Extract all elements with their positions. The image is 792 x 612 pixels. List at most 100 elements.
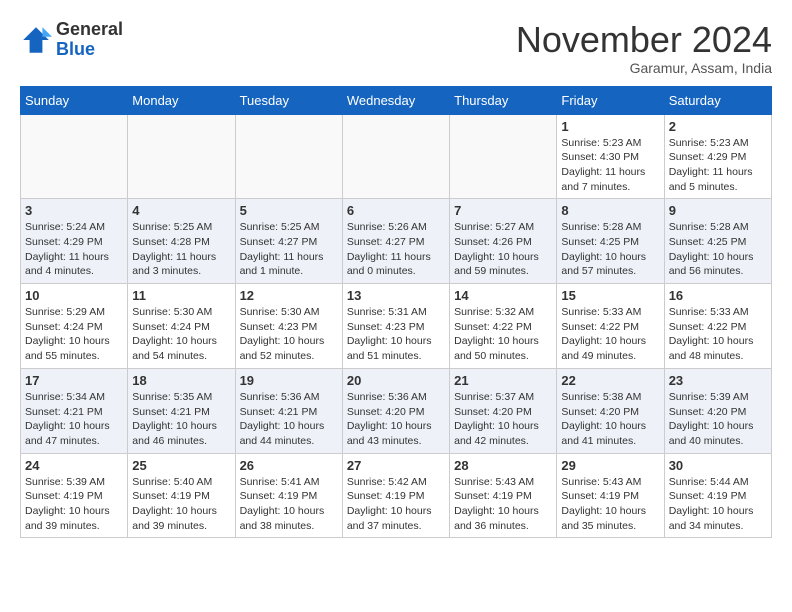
calendar-cell: 27 Sunrise: 5:42 AM Sunset: 4:19 PM Dayli… — [342, 453, 449, 538]
day-number: 30 — [669, 458, 767, 473]
calendar-cell — [235, 114, 342, 199]
col-tuesday: Tuesday — [235, 86, 342, 114]
calendar-cell: 26Sunrise: 5:41 AM Sunset: 4:19 PM Dayli… — [235, 453, 342, 538]
day-info: Sunrise: 5:38 AM Sunset: 4:20 PM Dayligh… — [561, 390, 659, 449]
day-info: Sunrise: 5:26 AM Sunset: 4:27 PM Dayligh… — [347, 220, 445, 279]
day-info: Sunrise: 5:27 AM Sunset: 4:26 PM Dayligh… — [454, 220, 552, 279]
calendar-cell: 24Sunrise: 5:39 AM Sunset: 4:19 PM Dayli… — [21, 453, 128, 538]
day-info: Sunrise: 5:36 AM Sunset: 4:21 PM Dayligh… — [240, 390, 338, 449]
day-info: Sunrise: 5:31 AM Sunset: 4:23 PM Dayligh… — [347, 305, 445, 364]
title-block: November 2024 Garamur, Assam, India — [516, 20, 772, 76]
calendar-cell — [21, 114, 128, 199]
col-saturday: Saturday — [664, 86, 771, 114]
calendar-cell — [342, 114, 449, 199]
calendar-cell: 30 Sunrise: 5:44 AM Sunset: 4:19 PM Dayli… — [664, 453, 771, 538]
calendar-cell: 18Sunrise: 5:35 AM Sunset: 4:21 PM Dayli… — [128, 368, 235, 453]
day-number: 10 — [25, 288, 123, 303]
calendar-cell: 5 Sunrise: 5:25 AM Sunset: 4:27 PM Daylig… — [235, 199, 342, 284]
day-number: 9 — [669, 203, 767, 218]
col-friday: Friday — [557, 86, 664, 114]
day-info: Sunrise: 5:39 AM Sunset: 4:19 PM Dayligh… — [25, 475, 123, 534]
day-info: Sunrise: 5:28 AM Sunset: 4:25 PM Dayligh… — [669, 220, 767, 279]
col-thursday: Thursday — [450, 86, 557, 114]
calendar-table: Sunday Monday Tuesday Wednesday Thursday… — [20, 86, 772, 539]
day-number: 7 — [454, 203, 552, 218]
day-number: 28 — [454, 458, 552, 473]
day-info: Sunrise: 5:23 AM Sunset: 4:29 PM Dayligh… — [669, 136, 767, 195]
calendar-cell: 13 Sunrise: 5:31 AM Sunset: 4:23 PM Dayli… — [342, 284, 449, 369]
logo-icon — [20, 24, 52, 56]
day-number: 1 — [561, 119, 659, 134]
day-number: 20 — [347, 373, 445, 388]
calendar-cell: 14Sunrise: 5:32 AM Sunset: 4:22 PM Dayli… — [450, 284, 557, 369]
calendar-cell: 2 Sunrise: 5:23 AM Sunset: 4:29 PM Daylig… — [664, 114, 771, 199]
calendar-cell: 22 Sunrise: 5:38 AM Sunset: 4:20 PM Dayli… — [557, 368, 664, 453]
day-info: Sunrise: 5:34 AM Sunset: 4:21 PM Dayligh… — [25, 390, 123, 449]
calendar-header-row: Sunday Monday Tuesday Wednesday Thursday… — [21, 86, 772, 114]
calendar-cell: 19 Sunrise: 5:36 AM Sunset: 4:21 PM Dayli… — [235, 368, 342, 453]
day-info: Sunrise: 5:36 AM Sunset: 4:20 PM Dayligh… — [347, 390, 445, 449]
calendar-cell: 20 Sunrise: 5:36 AM Sunset: 4:20 PM Dayli… — [342, 368, 449, 453]
day-number: 4 — [132, 203, 230, 218]
day-number: 13 — [347, 288, 445, 303]
day-info: Sunrise: 5:25 AM Sunset: 4:27 PM Dayligh… — [240, 220, 338, 279]
day-info: Sunrise: 5:39 AM Sunset: 4:20 PM Dayligh… — [669, 390, 767, 449]
calendar-cell — [450, 114, 557, 199]
day-info: Sunrise: 5:25 AM Sunset: 4:28 PM Dayligh… — [132, 220, 230, 279]
day-info: Sunrise: 5:33 AM Sunset: 4:22 PM Dayligh… — [669, 305, 767, 364]
day-number: 19 — [240, 373, 338, 388]
day-number: 5 — [240, 203, 338, 218]
calendar-cell: 4 Sunrise: 5:25 AM Sunset: 4:28 PM Daylig… — [128, 199, 235, 284]
calendar-page: General Blue November 2024 Garamur, Assa… — [0, 0, 792, 548]
day-info: Sunrise: 5:32 AM Sunset: 4:22 PM Dayligh… — [454, 305, 552, 364]
calendar-cell: 16 Sunrise: 5:33 AM Sunset: 4:22 PM Dayli… — [664, 284, 771, 369]
day-number: 3 — [25, 203, 123, 218]
day-info: Sunrise: 5:29 AM Sunset: 4:24 PM Dayligh… — [25, 305, 123, 364]
week-row-4: 17Sunrise: 5:34 AM Sunset: 4:21 PM Dayli… — [21, 368, 772, 453]
calendar-cell: 25Sunrise: 5:40 AM Sunset: 4:19 PM Dayli… — [128, 453, 235, 538]
calendar-cell: 23 Sunrise: 5:39 AM Sunset: 4:20 PM Dayli… — [664, 368, 771, 453]
calendar-cell: 17Sunrise: 5:34 AM Sunset: 4:21 PM Dayli… — [21, 368, 128, 453]
header: General Blue November 2024 Garamur, Assa… — [20, 20, 772, 76]
day-info: Sunrise: 5:30 AM Sunset: 4:23 PM Dayligh… — [240, 305, 338, 364]
day-number: 16 — [669, 288, 767, 303]
day-info: Sunrise: 5:42 AM Sunset: 4:19 PM Dayligh… — [347, 475, 445, 534]
day-number: 22 — [561, 373, 659, 388]
calendar-cell: 9 Sunrise: 5:28 AM Sunset: 4:25 PM Daylig… — [664, 199, 771, 284]
calendar-cell: 29Sunrise: 5:43 AM Sunset: 4:19 PM Dayli… — [557, 453, 664, 538]
day-number: 29 — [561, 458, 659, 473]
day-number: 8 — [561, 203, 659, 218]
month-title: November 2024 — [516, 20, 772, 60]
week-row-1: 1 Sunrise: 5:23 AM Sunset: 4:30 PM Daylig… — [21, 114, 772, 199]
col-sunday: Sunday — [21, 86, 128, 114]
day-info: Sunrise: 5:33 AM Sunset: 4:22 PM Dayligh… — [561, 305, 659, 364]
calendar-cell: 28 Sunrise: 5:43 AM Sunset: 4:19 PM Dayli… — [450, 453, 557, 538]
location-subtitle: Garamur, Assam, India — [516, 60, 772, 76]
day-number: 21 — [454, 373, 552, 388]
calendar-cell: 12 Sunrise: 5:30 AM Sunset: 4:23 PM Dayli… — [235, 284, 342, 369]
day-info: Sunrise: 5:23 AM Sunset: 4:30 PM Dayligh… — [561, 136, 659, 195]
day-number: 6 — [347, 203, 445, 218]
day-info: Sunrise: 5:44 AM Sunset: 4:19 PM Dayligh… — [669, 475, 767, 534]
calendar-cell: 7 Sunrise: 5:27 AM Sunset: 4:26 PM Daylig… — [450, 199, 557, 284]
calendar-cell: 8 Sunrise: 5:28 AM Sunset: 4:25 PM Daylig… — [557, 199, 664, 284]
calendar-cell: 11Sunrise: 5:30 AM Sunset: 4:24 PM Dayli… — [128, 284, 235, 369]
day-number: 15 — [561, 288, 659, 303]
day-number: 2 — [669, 119, 767, 134]
day-info: Sunrise: 5:40 AM Sunset: 4:19 PM Dayligh… — [132, 475, 230, 534]
day-number: 12 — [240, 288, 338, 303]
col-wednesday: Wednesday — [342, 86, 449, 114]
calendar-cell: 15 Sunrise: 5:33 AM Sunset: 4:22 PM Dayli… — [557, 284, 664, 369]
week-row-3: 10 Sunrise: 5:29 AM Sunset: 4:24 PM Dayli… — [21, 284, 772, 369]
col-monday: Monday — [128, 86, 235, 114]
calendar-cell: 10 Sunrise: 5:29 AM Sunset: 4:24 PM Dayli… — [21, 284, 128, 369]
day-info: Sunrise: 5:35 AM Sunset: 4:21 PM Dayligh… — [132, 390, 230, 449]
day-info: Sunrise: 5:30 AM Sunset: 4:24 PM Dayligh… — [132, 305, 230, 364]
day-info: Sunrise: 5:43 AM Sunset: 4:19 PM Dayligh… — [454, 475, 552, 534]
day-number: 23 — [669, 373, 767, 388]
day-info: Sunrise: 5:28 AM Sunset: 4:25 PM Dayligh… — [561, 220, 659, 279]
calendar-cell: 1 Sunrise: 5:23 AM Sunset: 4:30 PM Daylig… — [557, 114, 664, 199]
day-info: Sunrise: 5:41 AM Sunset: 4:19 PM Dayligh… — [240, 475, 338, 534]
day-number: 27 — [347, 458, 445, 473]
week-row-5: 24Sunrise: 5:39 AM Sunset: 4:19 PM Dayli… — [21, 453, 772, 538]
